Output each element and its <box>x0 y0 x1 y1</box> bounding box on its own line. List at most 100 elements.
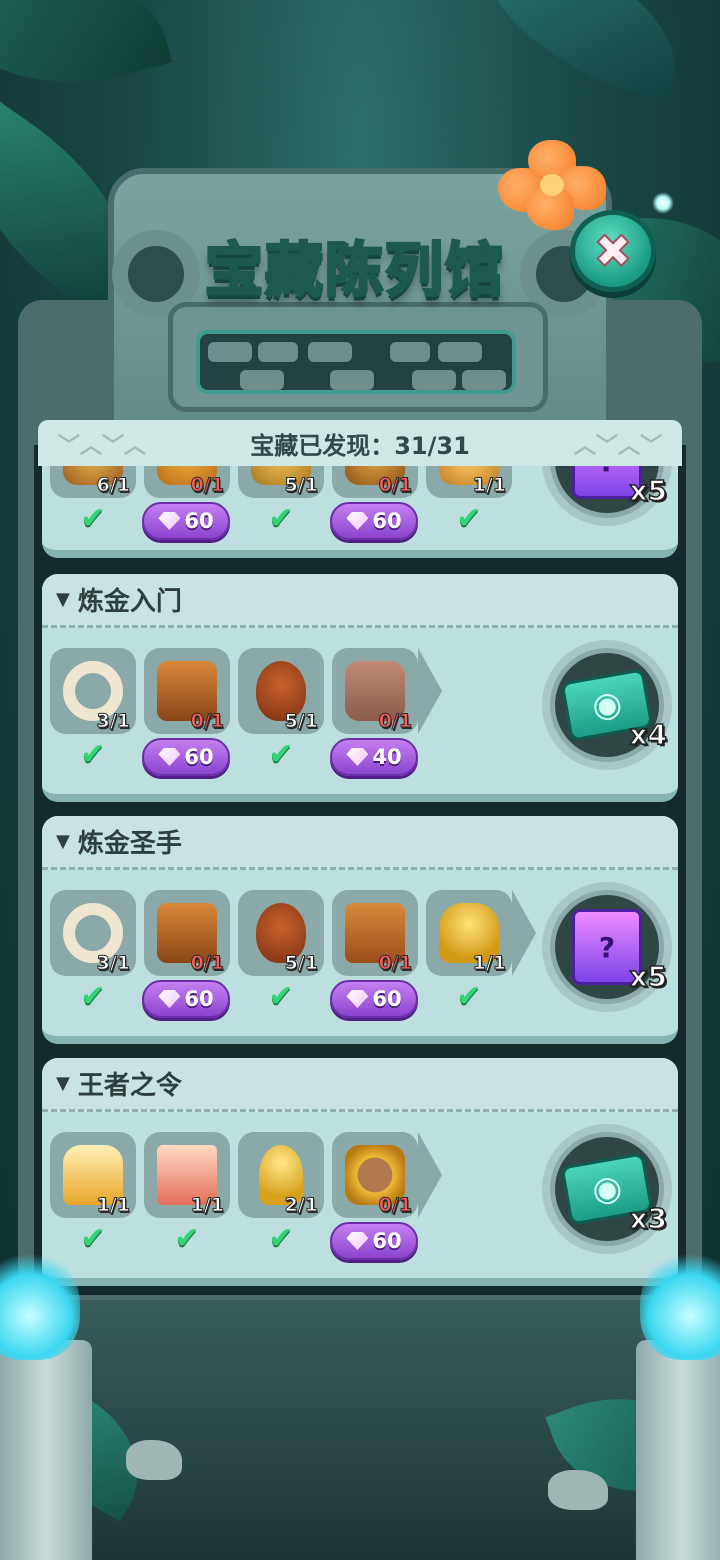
item-count: 1/1 <box>190 1194 224 1217</box>
check-icon: ✔ <box>456 501 482 536</box>
price-value: 60 <box>184 509 214 533</box>
collection-card: ▼ 炼金圣手 3/1 ✔ 0/1 60 5/1 ✔ 0/1 60 1/1 ✔ ?… <box>42 816 678 1044</box>
brick-decor <box>462 370 506 390</box>
item-count: 5/1 <box>284 474 318 497</box>
set-reward[interactable]: ? x5 <box>542 466 672 526</box>
gem-icon <box>346 512 369 530</box>
reward-slot: ◉ x4 <box>555 653 668 757</box>
treasure-item[interactable]: 5/1 ✔ <box>238 890 324 1012</box>
item-tile: 0/1 <box>144 648 230 734</box>
buy-button[interactable]: 60 <box>330 502 418 540</box>
treasure-item[interactable]: 0/1 60 <box>330 466 418 540</box>
buy-button[interactable]: 60 <box>330 1222 418 1260</box>
treasure-item[interactable]: 1/1 ✔ <box>144 1132 230 1254</box>
gem-icon <box>158 990 181 1008</box>
close-button[interactable]: ✖ <box>570 210 656 292</box>
buy-button[interactable]: 40 <box>330 738 418 776</box>
collection-card: ▼ 炼金入门 3/1 ✔ 0/1 60 5/1 ✔ 0/1 40 ◉ x4 <box>42 574 678 802</box>
brick-decor <box>308 342 352 362</box>
brick-decor <box>240 370 284 390</box>
item-count: 1/1 <box>96 1194 130 1217</box>
discovery-progress-text: 宝藏已发现：31/31 <box>250 431 470 460</box>
price-value: 60 <box>184 987 214 1011</box>
price-value: 60 <box>372 509 402 533</box>
treasure-item[interactable]: 2/1 ✔ <box>238 1132 324 1254</box>
buy-button[interactable]: 60 <box>142 738 230 776</box>
set-reward[interactable]: ? x5 <box>542 882 672 1012</box>
buy-button[interactable]: 60 <box>330 980 418 1018</box>
item-tile: 1/1 <box>426 890 512 976</box>
check-icon: ✔ <box>80 1221 106 1256</box>
reward-multiplier: x4 <box>629 717 668 752</box>
buy-button[interactable]: 60 <box>142 502 230 540</box>
check-icon: ✔ <box>268 1221 294 1256</box>
treasure-item[interactable]: 1/1 ✔ <box>50 1132 136 1254</box>
treasure-item[interactable]: 1/1 ✔ <box>426 890 536 1012</box>
page-title: 宝藏陈列馆 <box>203 235 505 306</box>
treasure-item[interactable]: 1/1 ✔ <box>426 466 512 534</box>
gem-icon <box>346 990 369 1008</box>
gem-icon <box>346 748 369 766</box>
price-value: 60 <box>184 745 214 769</box>
check-icon: ✔ <box>268 737 294 772</box>
item-tile: 3/1 <box>50 648 136 734</box>
reward-slot: ◉ x3 <box>555 1137 668 1241</box>
check-icon: ✔ <box>268 979 294 1014</box>
stone-pillar <box>0 1340 92 1560</box>
item-row: 6/1 ✔ 0/1 60 5/1 ✔ 0/1 60 1/1 ✔ <box>50 466 530 550</box>
brick-decor <box>438 342 482 362</box>
reward-multiplier: x5 <box>629 473 668 508</box>
reward-slot: ? x5 <box>555 895 668 999</box>
sparkle-decor <box>652 192 674 214</box>
item-tile: 5/1 <box>238 648 324 734</box>
brick-decor <box>412 370 456 390</box>
brick-decor <box>208 342 252 362</box>
item-row: 3/1 ✔ 0/1 60 5/1 ✔ <box>50 574 530 794</box>
treasure-item[interactable]: 0/1 60 <box>142 648 230 776</box>
item-count: 0/1 <box>190 710 224 733</box>
item-count: 5/1 <box>284 952 318 975</box>
item-tile: 3/1 <box>50 890 136 976</box>
item-count: 1/1 <box>472 474 506 497</box>
item-count: 0/1 <box>378 710 412 733</box>
reward-slot: ? x5 <box>555 466 668 513</box>
item-row: 3/1 ✔ 0/1 60 5/1 ✔ <box>50 816 536 1036</box>
item-count: 0/1 <box>190 474 224 497</box>
item-tile: 6/1 <box>50 466 136 498</box>
item-tile: 0/1 <box>332 466 418 498</box>
treasure-item[interactable]: 0/1 60 <box>142 890 230 1018</box>
treasure-item[interactable]: 3/1 ✔ <box>50 890 136 1012</box>
collection-card: ▼ 王者之令 1/1 ✔ 1/1 ✔ 2/1 ✔ 0/1 60 ◉ x3 <box>42 1058 678 1286</box>
treasure-item[interactable]: 5/1 ✔ <box>238 466 324 534</box>
treasure-item[interactable]: 6/1 ✔ <box>50 466 136 534</box>
stone-pillar <box>636 1340 720 1560</box>
check-icon: ✔ <box>174 1221 200 1256</box>
buy-button[interactable]: 60 <box>142 980 230 1018</box>
treasure-item[interactable]: 0/1 60 <box>142 466 230 540</box>
slot-window <box>196 330 516 394</box>
reward-multiplier: x5 <box>629 959 668 994</box>
close-icon: ✖ <box>593 224 634 278</box>
treasure-item[interactable]: 5/1 ✔ <box>238 648 324 770</box>
check-icon: ✔ <box>80 737 106 772</box>
chevron-pattern-icon: ︿﹀︿﹀ <box>573 434 662 459</box>
item-count: 3/1 <box>96 952 130 975</box>
item-tile: 1/1 <box>144 1132 230 1218</box>
gem-icon <box>158 512 181 530</box>
treasure-item[interactable]: 0/1 40 <box>330 648 442 776</box>
jungle-leaf-decor <box>457 0 703 105</box>
item-tile: 0/1 <box>144 890 230 976</box>
treasure-item[interactable]: 0/1 60 <box>330 1132 442 1260</box>
set-reward[interactable]: ◉ x4 <box>542 640 672 770</box>
set-reward[interactable]: ◉ x3 <box>542 1124 672 1254</box>
check-icon: ✔ <box>268 501 294 536</box>
rock-decor <box>548 1470 608 1510</box>
price-value: 60 <box>372 987 402 1011</box>
reward-multiplier: x3 <box>629 1201 668 1236</box>
item-count: 6/1 <box>96 474 130 497</box>
treasure-item[interactable]: 3/1 ✔ <box>50 648 136 770</box>
item-count: 0/1 <box>190 952 224 975</box>
treasure-item[interactable]: 0/1 60 <box>330 890 418 1018</box>
collection-list[interactable]: 6/1 ✔ 0/1 60 5/1 ✔ 0/1 60 1/1 ✔ x5 ▼ 炼金入… <box>42 466 678 1286</box>
collection-card: 6/1 ✔ 0/1 60 5/1 ✔ 0/1 60 1/1 ✔ x5 <box>42 466 678 558</box>
